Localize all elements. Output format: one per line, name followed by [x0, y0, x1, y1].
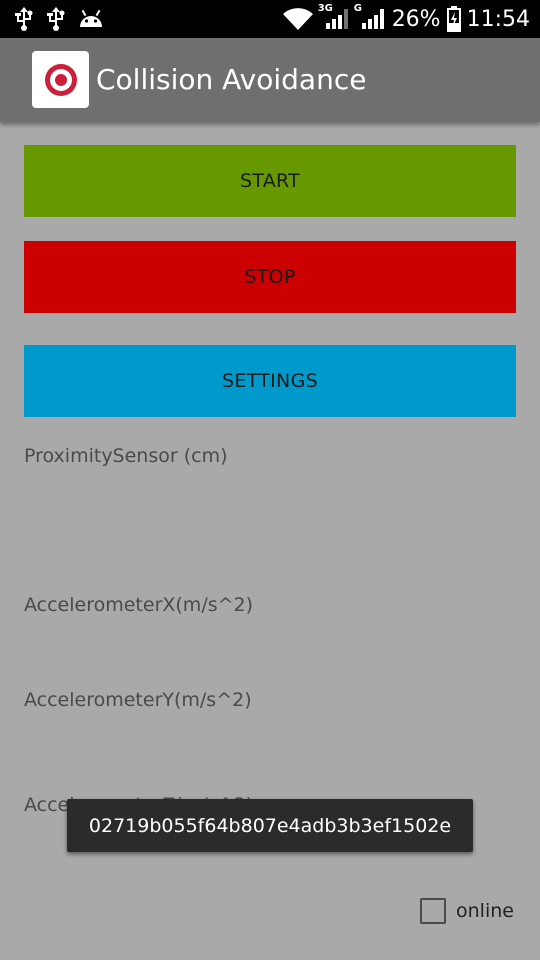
usb-icon — [14, 7, 34, 31]
notification-icons — [14, 0, 104, 38]
stop-button[interactable]: STOP — [24, 241, 516, 313]
online-checkbox[interactable] — [420, 898, 446, 924]
start-button[interactable]: START — [24, 145, 516, 217]
android-icon — [78, 9, 104, 29]
toast-message: 02719b055f64b807e4adb3b3ef1502e — [67, 799, 473, 852]
target-icon[interactable] — [32, 51, 89, 108]
signal-g-icon: G — [354, 3, 386, 31]
wifi-icon — [282, 7, 314, 31]
settings-button[interactable]: SETTINGS — [24, 345, 516, 417]
proximity-sensor-label: ProximitySensor (cm) — [24, 445, 228, 467]
accelerometer-y-label: AccelerometerY(m/s^2) — [24, 689, 252, 711]
online-checkbox-row[interactable]: online — [420, 898, 514, 924]
signal-3g-icon: 3G — [318, 3, 350, 31]
battery-charging-icon — [446, 6, 461, 32]
battery-percent: 26% — [391, 6, 441, 32]
usb-icon — [46, 7, 66, 31]
app-title: Collision Avoidance — [96, 63, 367, 96]
online-label: online — [456, 900, 514, 922]
system-indicators: 3G G 26% 11:54 — [282, 0, 530, 38]
accelerometer-x-label: AccelerometerX(m/s^2) — [24, 594, 254, 616]
clock: 11:54 — [466, 6, 530, 32]
status-bar: 3G G 26% 11:54 — [0, 0, 540, 38]
action-bar: Collision Avoidance — [0, 38, 540, 122]
